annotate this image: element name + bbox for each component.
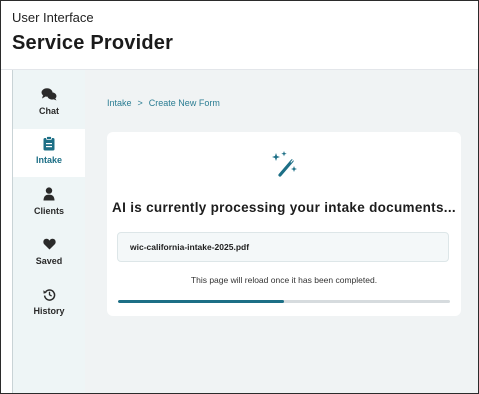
app-header: User Interface Service Provider	[12, 11, 173, 55]
processing-title: AI is currently processing your intake d…	[112, 200, 456, 215]
sidebar-item-chat[interactable]: Chat	[13, 80, 85, 128]
chat-icon	[41, 86, 57, 102]
breadcrumb-intake-link[interactable]: Intake	[107, 98, 132, 108]
sidebar-item-label: Chat	[39, 106, 59, 116]
sidebar-item-label: Intake	[35, 155, 62, 165]
app-title: Service Provider	[12, 32, 174, 54]
sidebar-item-label: Clients	[33, 206, 64, 216]
sidebar-item-clients[interactable]: Clients	[13, 180, 85, 228]
breadcrumb-separator: >	[137, 98, 143, 108]
progress-bar	[118, 300, 450, 303]
breadcrumb-current: Create New Form	[148, 98, 220, 108]
main-content: Intake > Create New Form AI is currently…	[85, 70, 478, 393]
reload-note: This page will reload once it has been c…	[190, 275, 378, 285]
sidebar-item-history[interactable]: History	[13, 280, 85, 328]
app-subtitle: User Interface	[12, 10, 94, 25]
clipboard-icon	[43, 135, 55, 151]
person-icon	[43, 186, 55, 202]
heart-icon	[42, 236, 56, 252]
sidebar-item-label: Saved	[35, 256, 63, 266]
uploaded-file-field: wic-california-intake-2025.pdf	[117, 232, 449, 262]
sidebar: Chat Intake Clients Saved History	[12, 70, 86, 393]
progress-bar-fill	[118, 300, 284, 303]
app-window: User Interface Service Provider Chat Int…	[0, 0, 479, 394]
history-icon	[42, 286, 56, 302]
magic-wand-icon	[269, 150, 299, 183]
processing-card: AI is currently processing your intake d…	[107, 132, 461, 316]
file-name: wic-california-intake-2025.pdf	[130, 242, 250, 252]
sidebar-item-saved[interactable]: Saved	[13, 230, 85, 278]
breadcrumb: Intake > Create New Form	[107, 98, 220, 108]
sidebar-item-label: History	[33, 306, 65, 316]
sidebar-item-intake[interactable]: Intake	[13, 129, 85, 177]
